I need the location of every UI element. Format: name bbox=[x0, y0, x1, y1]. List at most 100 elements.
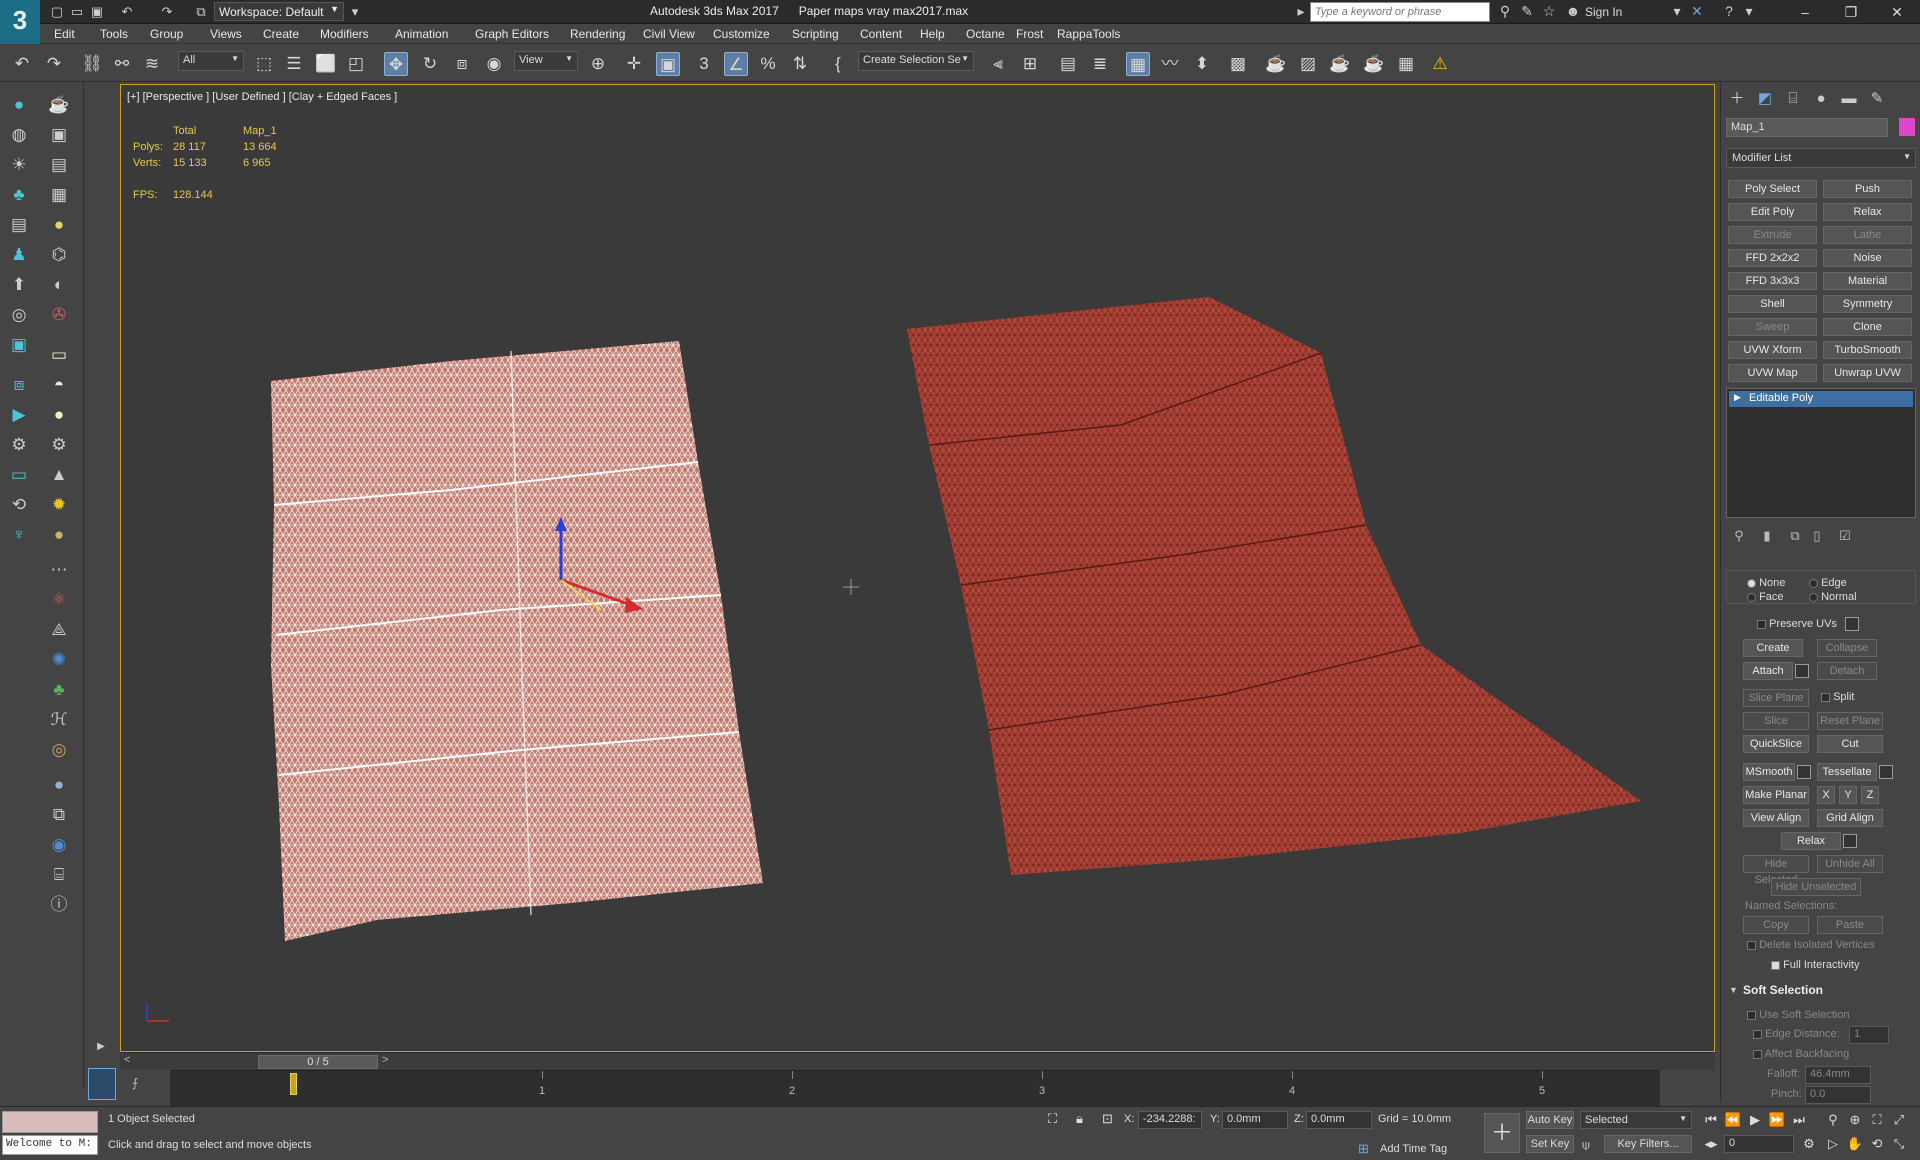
menu-civil-view[interactable]: Civil View bbox=[643, 27, 695, 41]
set-key-button[interactable]: Set Key bbox=[1526, 1135, 1574, 1153]
view-align-button[interactable]: View Align bbox=[1743, 809, 1809, 827]
track-bar[interactable]: 1 2 3 4 5 bbox=[170, 1070, 1660, 1106]
render-setup-icon[interactable]: ☕ bbox=[1264, 52, 1288, 76]
rotate-view-icon[interactable]: ⟲ bbox=[6, 492, 32, 518]
auto-key-button[interactable]: Auto Key bbox=[1526, 1111, 1574, 1129]
time-configuration-icon[interactable]: ⚙ bbox=[1800, 1135, 1818, 1153]
delete-isolated-checkbox[interactable]: Delete Isolated Vertices bbox=[1747, 939, 1875, 951]
binoculars-icon[interactable]: ⚲ bbox=[1496, 3, 1514, 20]
menu-views[interactable]: Views bbox=[210, 27, 242, 41]
perspective-viewport[interactable]: [+] [Perspective ] [User Defined ] [Clay… bbox=[120, 84, 1715, 1052]
window-crossing-icon[interactable]: ◰ bbox=[344, 52, 368, 76]
create-tab-icon[interactable]: ＋ bbox=[1725, 88, 1749, 110]
remove-modifier-icon[interactable]: ▯ bbox=[1807, 528, 1827, 546]
go-to-end-icon[interactable]: ⏭ bbox=[1790, 1111, 1808, 1129]
constraint-edge-radio[interactable]: Edge bbox=[1809, 577, 1847, 589]
chevron-down-icon[interactable]: ▾ bbox=[1740, 3, 1758, 20]
close-button[interactable]: ✕ bbox=[1874, 0, 1920, 24]
character-icon[interactable]: ♟ bbox=[6, 242, 32, 268]
loop-icon[interactable]: ◎ bbox=[6, 302, 32, 328]
menu-customize[interactable]: Customize bbox=[713, 27, 770, 41]
display-tab-icon[interactable]: ▬ bbox=[1837, 88, 1861, 110]
chevron-right-icon[interactable]: ▸ bbox=[1292, 3, 1310, 20]
set-key-plus-icon[interactable]: ＋ bbox=[1484, 1113, 1520, 1153]
maxscript-output[interactable]: Welcome to M: bbox=[2, 1135, 98, 1155]
select-object-icon[interactable]: ⬚ bbox=[252, 52, 276, 76]
isolate-selection-icon[interactable]: ⛶ bbox=[1048, 1111, 1057, 1127]
user-icon[interactable]: ☻ bbox=[1564, 3, 1582, 19]
modifier-button-sweep[interactable]: Sweep bbox=[1728, 318, 1817, 336]
rollout-collapse-icon[interactable]: ▼ bbox=[1729, 985, 1738, 995]
next-key-icon[interactable]: ⏩ bbox=[1768, 1111, 1786, 1129]
pyramid-icon[interactable]: ⟁ bbox=[46, 617, 72, 643]
media-icon[interactable]: ▶ bbox=[6, 402, 32, 428]
particles-icon[interactable]: ⋯ bbox=[46, 557, 72, 583]
hierarchy-tab-icon[interactable]: ⌸ bbox=[1781, 88, 1805, 110]
ball-icon[interactable]: ● bbox=[46, 772, 72, 798]
modifier-button-edit-poly[interactable]: Edit Poly bbox=[1728, 203, 1817, 221]
play-icon[interactable]: ▶ bbox=[1746, 1111, 1764, 1129]
help-circle-icon[interactable]: ⓘ bbox=[46, 892, 72, 918]
menu-rendering[interactable]: Rendering bbox=[570, 27, 625, 41]
unhide-all-button[interactable]: Unhide All bbox=[1817, 855, 1883, 873]
field-of-view-icon[interactable]: ▷ bbox=[1824, 1135, 1842, 1153]
grid-list-icon[interactable]: ▦ bbox=[46, 182, 72, 208]
modifier-button-turbosmooth[interactable]: TurboSmooth bbox=[1823, 341, 1912, 359]
workspace-icon[interactable]: ⧈ bbox=[6, 372, 32, 398]
orbit-icon[interactable]: ⟲ bbox=[1868, 1135, 1886, 1153]
modifier-button-lathe[interactable]: Lathe bbox=[1823, 226, 1912, 244]
modifier-button-symmetry[interactable]: Symmetry bbox=[1823, 295, 1912, 313]
save-file-icon[interactable]: ▣ bbox=[88, 3, 106, 21]
modifier-button-uvw-map[interactable]: UVW Map bbox=[1728, 364, 1817, 382]
modifier-button-uvw-xform[interactable]: UVW Xform bbox=[1728, 341, 1817, 359]
sphere-icon[interactable]: ◐ bbox=[46, 272, 72, 298]
layers-icon[interactable]: ⧉ bbox=[46, 802, 72, 828]
zoom-extents-all-icon[interactable]: ⤢ bbox=[1890, 1111, 1908, 1129]
grid-align-button[interactable]: Grid Align bbox=[1817, 809, 1883, 827]
scene-icon[interactable]: ⌸ bbox=[46, 862, 72, 888]
create-geometry-icon[interactable]: ● bbox=[6, 92, 32, 118]
modifier-button-poly-select[interactable]: Poly Select bbox=[1728, 180, 1817, 198]
pin-stack-icon[interactable]: ⚲ bbox=[1729, 528, 1749, 546]
bone-icon[interactable]: ⬆ bbox=[6, 272, 32, 298]
key-filters-button[interactable]: Key Filters... bbox=[1604, 1135, 1692, 1153]
named-selection-dropdown[interactable]: Create Selection Se ▼ bbox=[858, 51, 974, 71]
curve-editor-toggle-icon[interactable]: ⨍ bbox=[132, 1076, 138, 1090]
unlink-icon[interactable]: ⚯ bbox=[110, 52, 134, 76]
panel-icon[interactable]: ▭ bbox=[6, 462, 32, 488]
preserve-uvs-settings-button[interactable] bbox=[1845, 617, 1859, 631]
menu-scripting[interactable]: Scripting bbox=[792, 27, 839, 41]
curve-editor-icon[interactable]: 〰 bbox=[1158, 52, 1182, 76]
select-and-place-icon[interactable]: ◉ bbox=[482, 52, 506, 76]
collapse-button[interactable]: Collapse bbox=[1817, 639, 1877, 657]
z-coord-field[interactable]: 0.0mm bbox=[1306, 1111, 1372, 1129]
add-time-tag[interactable]: Add Time Tag bbox=[1380, 1143, 1447, 1155]
next-frame-icon[interactable]: > bbox=[382, 1054, 388, 1066]
material-editor-icon[interactable]: ▩ bbox=[1226, 52, 1250, 76]
absolute-mode-icon[interactable]: ⊡ bbox=[1102, 1111, 1113, 1127]
menu-modifiers[interactable]: Modifiers bbox=[320, 27, 369, 41]
split-checkbox[interactable]: Split bbox=[1821, 691, 1854, 703]
relax-settings-button[interactable] bbox=[1843, 834, 1857, 848]
pivot-center-icon[interactable]: ⊕ bbox=[586, 52, 610, 76]
planar-x-button[interactable]: X bbox=[1817, 786, 1835, 804]
selection-region-icon[interactable]: ⬜ bbox=[314, 52, 338, 76]
select-by-name-icon[interactable]: ☰ bbox=[282, 52, 306, 76]
restore-button[interactable]: ❐ bbox=[1828, 0, 1874, 24]
ribbon-toggle-icon[interactable]: ▦ bbox=[1126, 52, 1150, 76]
affect-backfacing-checkbox[interactable]: Affect Backfacing bbox=[1753, 1048, 1849, 1060]
menu-edit[interactable]: Edit bbox=[54, 27, 75, 41]
menu-frost[interactable]: Frost bbox=[1016, 27, 1043, 41]
modifier-button-extrude[interactable]: Extrude bbox=[1728, 226, 1817, 244]
planar-y-button[interactable]: Y bbox=[1839, 786, 1857, 804]
key-mode-toggle-icon[interactable]: ◂▸ bbox=[1702, 1135, 1720, 1153]
modifier-button-shell[interactable]: Shell bbox=[1728, 295, 1817, 313]
sphere-light-icon[interactable]: ● bbox=[46, 402, 72, 428]
hide-selected-button[interactable]: Hide Selected bbox=[1743, 855, 1809, 886]
align-icon[interactable]: ⊞ bbox=[1018, 52, 1042, 76]
create-button[interactable]: Create bbox=[1743, 639, 1803, 657]
time-slider[interactable]: < 0 / 5 > bbox=[120, 1052, 1715, 1070]
soft-selection-rollout-title[interactable]: Soft Selection bbox=[1743, 983, 1823, 997]
key-mode-icon[interactable]: ⍦ bbox=[1582, 1137, 1590, 1153]
menu-octane[interactable]: Octane bbox=[966, 27, 1005, 41]
